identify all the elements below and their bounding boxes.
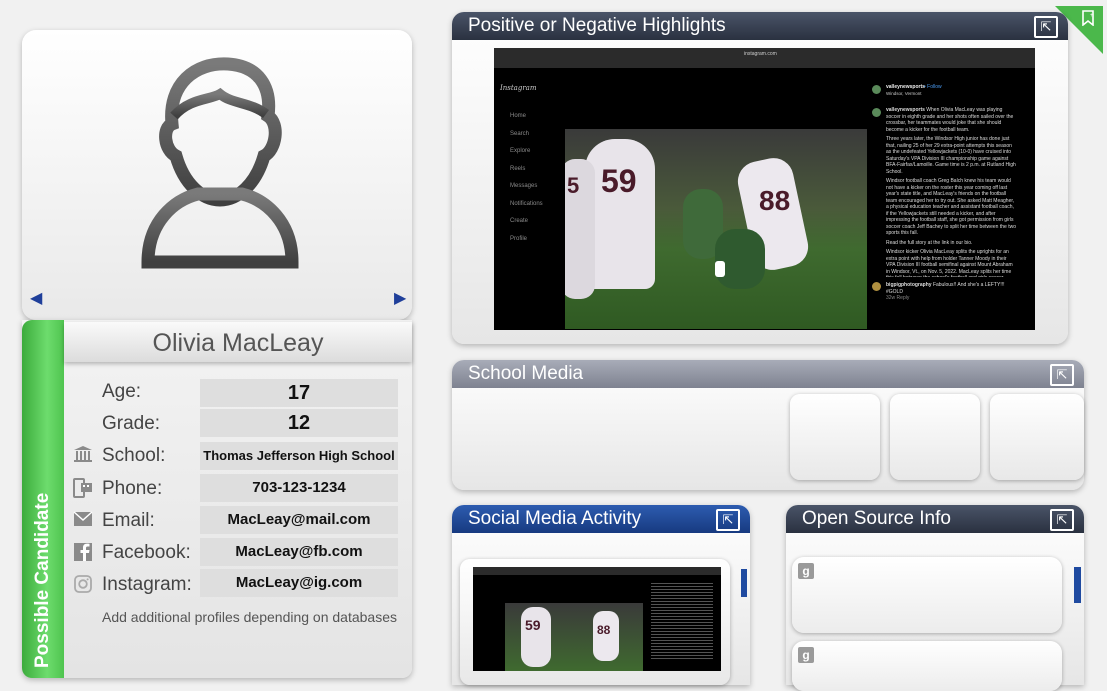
post-location: Windsor, Vermont <box>886 91 922 96</box>
bookmark-icon[interactable]: + <box>1081 10 1095 29</box>
comment: bigpigphotography Fabulous!! And she's a… <box>886 282 1021 302</box>
media-thumbnail[interactable] <box>890 394 980 480</box>
browser-url: instagram.com <box>744 51 777 57</box>
email-envelope-icon <box>72 510 94 532</box>
media-thumbnail[interactable] <box>790 394 880 480</box>
caption-author: valleynewsports <box>886 107 925 113</box>
post-photo: 59 5 88 <box>565 129 867 329</box>
jersey-number-59: 59 <box>601 163 637 199</box>
school-media-panel: School Media ⇱ <box>452 360 1084 490</box>
instagram-value: MacLeay@ig.com <box>200 569 398 597</box>
facebook-label: Facebook: <box>102 542 191 563</box>
jersey-number-5: 5 <box>567 173 580 198</box>
avatar <box>872 85 881 94</box>
open-source-header: Open Source Info ⇱ <box>786 505 1084 533</box>
jersey-number-59: 59 <box>525 617 541 633</box>
nav-notifications[interactable]: Notifications <box>510 196 543 214</box>
nav-search[interactable]: Search <box>510 126 543 144</box>
school-value: Thomas Jefferson High School <box>200 442 398 470</box>
instagram-post-screenshot[interactable]: instagram.com Instagram Home Search Expl… <box>494 48 1035 330</box>
jersey-number-88: 88 <box>597 623 611 637</box>
expand-icon[interactable]: ⇱ <box>1050 364 1074 386</box>
phone-label: Phone: <box>102 478 163 499</box>
caption-paragraph-5: Windsor kicker Olivia MacLeay splits the… <box>886 249 1013 277</box>
post-caption: valleynewsports When Olivia MacLeay was … <box>886 107 1016 277</box>
open-source-panel: Open Source Info ⇱ g g <box>786 505 1084 691</box>
additional-profiles-note: Add additional profiles depending on dat… <box>102 609 398 625</box>
instagram-label: Instagram: <box>102 574 192 595</box>
scroll-indicator[interactable] <box>741 569 747 597</box>
profile-photo-card: ◀ ▶ <box>22 30 412 320</box>
previous-profile-arrow[interactable]: ◀ <box>30 288 42 308</box>
phone-icon <box>72 478 94 500</box>
facebook-icon <box>72 542 94 564</box>
nav-create[interactable]: Create <box>510 213 543 231</box>
search-result-card[interactable]: g <box>792 557 1062 633</box>
google-icon: g <box>798 563 814 579</box>
social-post-screenshot[interactable]: 59 88 <box>473 567 721 671</box>
email-value: MacLeay@mail.com <box>200 506 398 534</box>
comment-meta: 32w Reply <box>886 295 910 301</box>
candidate-name: Olivia MacLeay <box>64 322 412 362</box>
school-media-header: School Media ⇱ <box>452 360 1084 388</box>
candidate-status-strip: Possible Candidate <box>22 320 64 678</box>
social-media-panel: Social Media Activity ⇱ 59 88 <box>452 505 750 685</box>
person-placeholder-icon <box>141 57 299 269</box>
caption-paragraph-2: Three years later, the Windsor High juni… <box>886 136 1016 175</box>
highlights-title: Positive or Negative Highlights <box>468 15 726 36</box>
school-building-icon <box>72 445 94 467</box>
grade-value: 12 <box>200 409 398 437</box>
nav-explore[interactable]: Explore <box>510 143 543 161</box>
next-profile-arrow[interactable]: ▶ <box>394 288 406 308</box>
facebook-value: MacLeay@fb.com <box>200 538 398 566</box>
school-label: School: <box>102 445 166 466</box>
nav-profile[interactable]: Profile <box>510 231 543 249</box>
caption-paragraph-3: Windsor football coach Greg Balch knew h… <box>886 178 1016 236</box>
expand-icon[interactable]: ⇱ <box>1034 16 1058 38</box>
expand-icon[interactable]: ⇱ <box>1050 509 1074 531</box>
caption-avatar <box>872 108 881 117</box>
expand-icon[interactable]: ⇱ <box>716 509 740 531</box>
google-icon: g <box>798 647 814 663</box>
age-value: 17 <box>200 379 398 407</box>
social-media-header: Social Media Activity ⇱ <box>452 505 750 533</box>
instagram-icon <box>72 574 94 596</box>
nav-home[interactable]: Home <box>510 108 543 126</box>
age-label: Age: <box>102 381 142 402</box>
nav-messages[interactable]: Messages <box>510 178 543 196</box>
follow-link[interactable]: • Follow <box>924 84 942 90</box>
social-post-photo: 59 88 <box>505 603 643 671</box>
school-media-title: School Media <box>468 363 584 384</box>
social-media-title: Social Media Activity <box>468 508 642 529</box>
phone-value: 703-123-1234 <box>200 474 398 502</box>
jersey-number-88: 88 <box>759 185 791 216</box>
nav-reels[interactable]: Reels <box>510 161 543 179</box>
email-label: Email: <box>102 510 155 531</box>
instagram-nav: Home Search Explore Reels Messages Notif… <box>510 108 543 248</box>
post-account[interactable]: valleynewsports <box>886 84 925 90</box>
commenter-avatar <box>872 282 881 291</box>
candidate-status-label: Possible Candidate <box>32 492 53 668</box>
open-source-title: Open Source Info <box>802 508 951 529</box>
scroll-indicator[interactable] <box>1074 567 1081 603</box>
instagram-logo: Instagram <box>500 84 537 92</box>
comment-author: bigpigphotography <box>886 282 932 288</box>
grade-label: Grade: <box>102 413 161 434</box>
search-result-card[interactable]: g <box>792 641 1062 691</box>
highlights-header: Positive or Negative Highlights ⇱ <box>452 12 1068 40</box>
svg-text:+: + <box>1090 13 1094 19</box>
media-thumbnail[interactable] <box>990 394 1084 480</box>
